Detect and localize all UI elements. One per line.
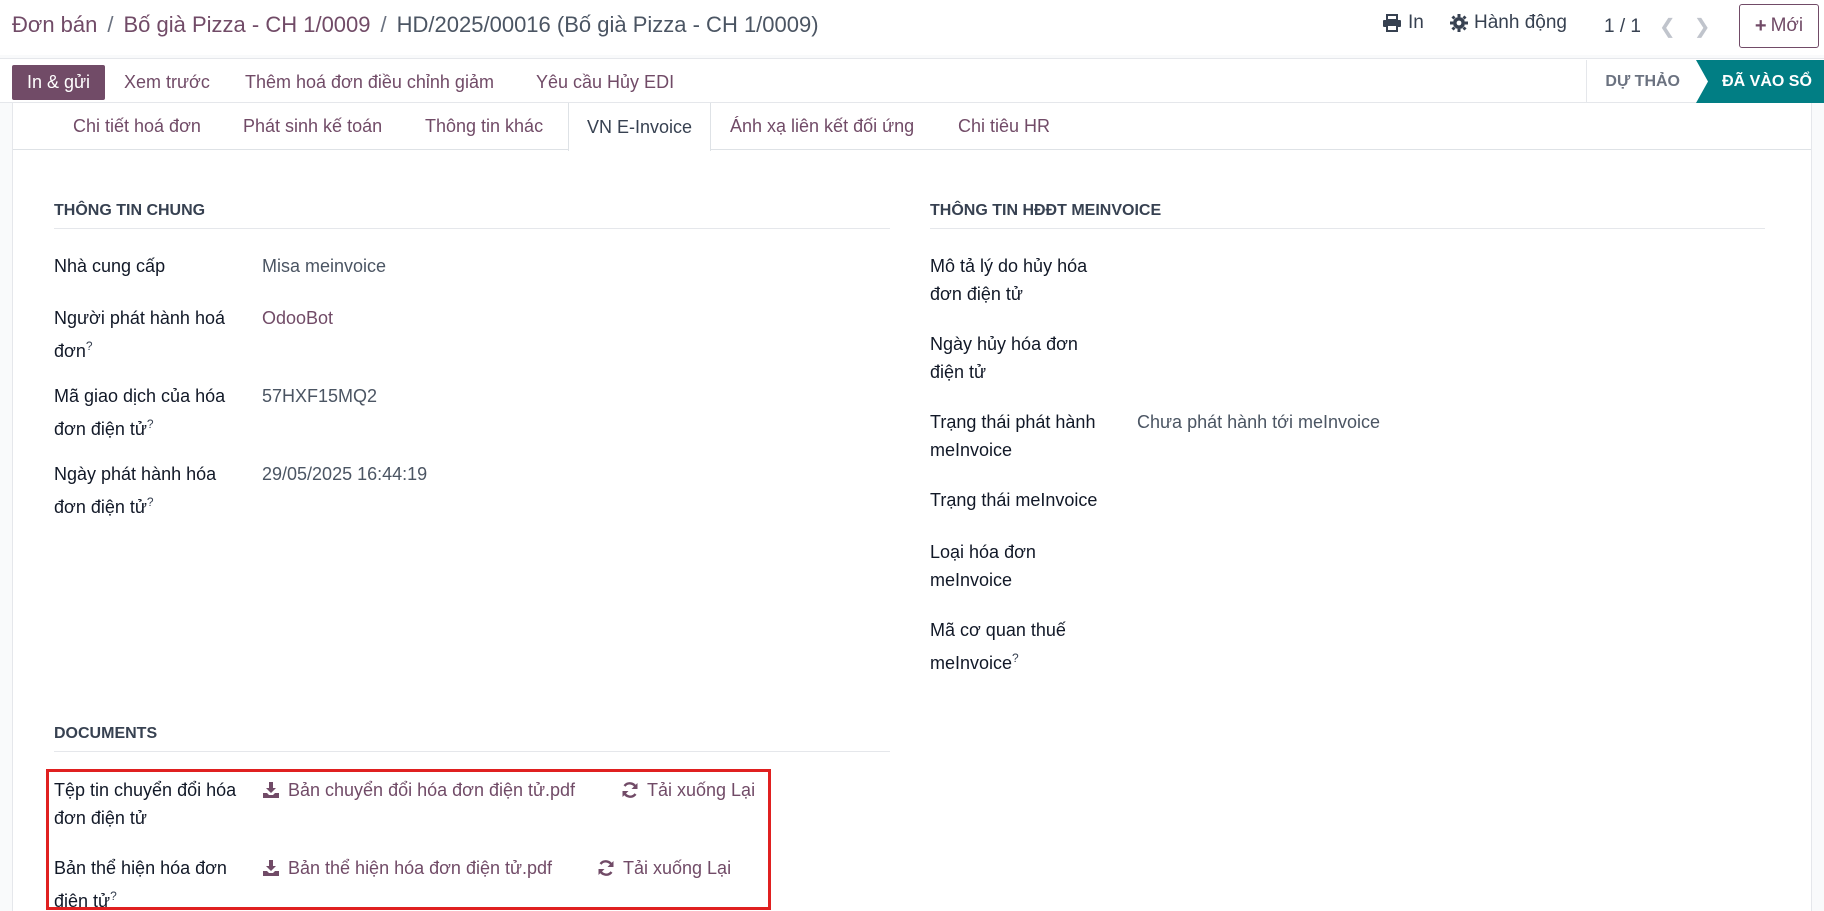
preview-button[interactable]: Xem trước — [124, 65, 210, 100]
section-general-title: THÔNG TIN CHUNG — [54, 202, 890, 229]
new-label: Mới — [1770, 15, 1804, 36]
tab-counterpart-mapping[interactable]: Ánh xạ liên kết đối ứng — [730, 103, 914, 150]
transaction-id-value: 57HXF15MQ2 — [262, 386, 378, 406]
add-credit-note-button[interactable]: Thêm hoá đơn điều chỉnh giảm — [245, 65, 494, 100]
highlight-box — [46, 769, 771, 910]
help-icon[interactable]: ? — [1012, 651, 1019, 665]
action-menu-button[interactable]: Hành động — [1450, 12, 1567, 34]
section-meinvoice-title: THÔNG TIN HĐĐT MEINVOICE — [930, 202, 1765, 229]
help-icon[interactable]: ? — [147, 495, 154, 509]
status-bar: DỰ THẢO ĐÃ VÀO SỔ — [1586, 59, 1824, 104]
print-button[interactable]: In — [1382, 12, 1424, 34]
help-icon[interactable]: ? — [86, 339, 93, 353]
top-bar: Đơn bán / Bố già Pizza - CH 1/0009 / HD/… — [0, 0, 1824, 55]
tab-other-info[interactable]: Thông tin khác — [425, 103, 543, 150]
provider-value: Misa meinvoice — [262, 256, 387, 276]
cancel-reason-label: Mô tả lý do hủy hóa đơn điện tử — [930, 256, 1088, 304]
notebook-tabs: Chi tiết hoá đơn Phát sinh kế toán Thông… — [13, 103, 1811, 151]
new-button[interactable]: + Mới — [1739, 4, 1819, 48]
issue-date-label: Ngày phát hành hóa đơn điện tử? — [54, 464, 217, 517]
tab-invoice-lines[interactable]: Chi tiết hoá đơn — [73, 103, 201, 150]
breadcrumb-current: HD/2025/00016 (Bố già Pizza - CH 1/0009) — [396, 12, 819, 37]
plus-icon: + — [1754, 14, 1767, 37]
help-icon[interactable]: ? — [147, 417, 154, 431]
tab-hr-expense[interactable]: Chi tiêu HR — [958, 103, 1050, 150]
issue-status-label: Trạng thái phát hành meInvoice — [930, 412, 1096, 460]
tax-authority-code-label: Mã cơ quan thuế meInvoice? — [930, 620, 1066, 673]
transaction-id-label: Mã giao dịch của hóa đơn điện tử? — [54, 386, 226, 439]
tab-vn-einvoice[interactable]: VN E-Invoice — [568, 103, 712, 151]
invoice-type-label: Loại hóa đơn meInvoice — [930, 542, 1036, 590]
tab-journal-items[interactable]: Phát sinh kế toán — [243, 103, 382, 150]
pager: 1 / 1 ❮ ❯ — [1604, 14, 1711, 39]
breadcrumb-separator: / — [107, 12, 114, 37]
breadcrumb-parent-link[interactable]: Bố già Pizza - CH 1/0009 — [124, 12, 371, 38]
control-bar: In & gửi Xem trước Thêm hoá đơn điều chỉ… — [0, 58, 1824, 103]
breadcrumb: Đơn bán / Bố già Pizza - CH 1/0009 / HD/… — [12, 12, 819, 38]
gear-icon — [1450, 14, 1468, 32]
form-sheet: Chi tiết hoá đơn Phát sinh kế toán Thông… — [12, 103, 1812, 911]
meinvoice-status-label: Trạng thái meInvoice — [930, 490, 1098, 510]
section-documents-title: DOCUMENTS — [54, 725, 890, 752]
request-edi-cancel-button[interactable]: Yêu cầu Hủy EDI — [536, 65, 674, 100]
issue-date-value: 29/05/2025 16:44:19 — [262, 464, 428, 484]
breadcrumb-separator: / — [380, 12, 387, 37]
provider-label: Nhà cung cấp — [54, 256, 166, 276]
issuer-label: Người phát hành hoá đơn? — [54, 308, 225, 361]
status-posted[interactable]: ĐÃ VÀO SỔ — [1696, 60, 1824, 103]
chevron-right-icon[interactable]: ❯ — [1694, 14, 1711, 39]
print-label: In — [1408, 12, 1424, 33]
pager-value[interactable]: 1 / 1 — [1604, 16, 1641, 38]
print-send-button[interactable]: In & gửi — [12, 65, 105, 100]
status-draft[interactable]: DỰ THẢO — [1586, 60, 1696, 103]
issuer-value[interactable]: OdooBot — [262, 304, 333, 332]
printer-icon — [1382, 14, 1402, 32]
breadcrumb-root-link[interactable]: Đơn bán — [12, 12, 97, 38]
cancel-date-label: Ngày hủy hóa đơn điện tử — [930, 334, 1078, 382]
issue-status-value: Chưa phát hành tới meInvoice — [1137, 412, 1380, 432]
chevron-left-icon[interactable]: ❮ — [1659, 14, 1676, 39]
action-label: Hành động — [1474, 12, 1567, 33]
